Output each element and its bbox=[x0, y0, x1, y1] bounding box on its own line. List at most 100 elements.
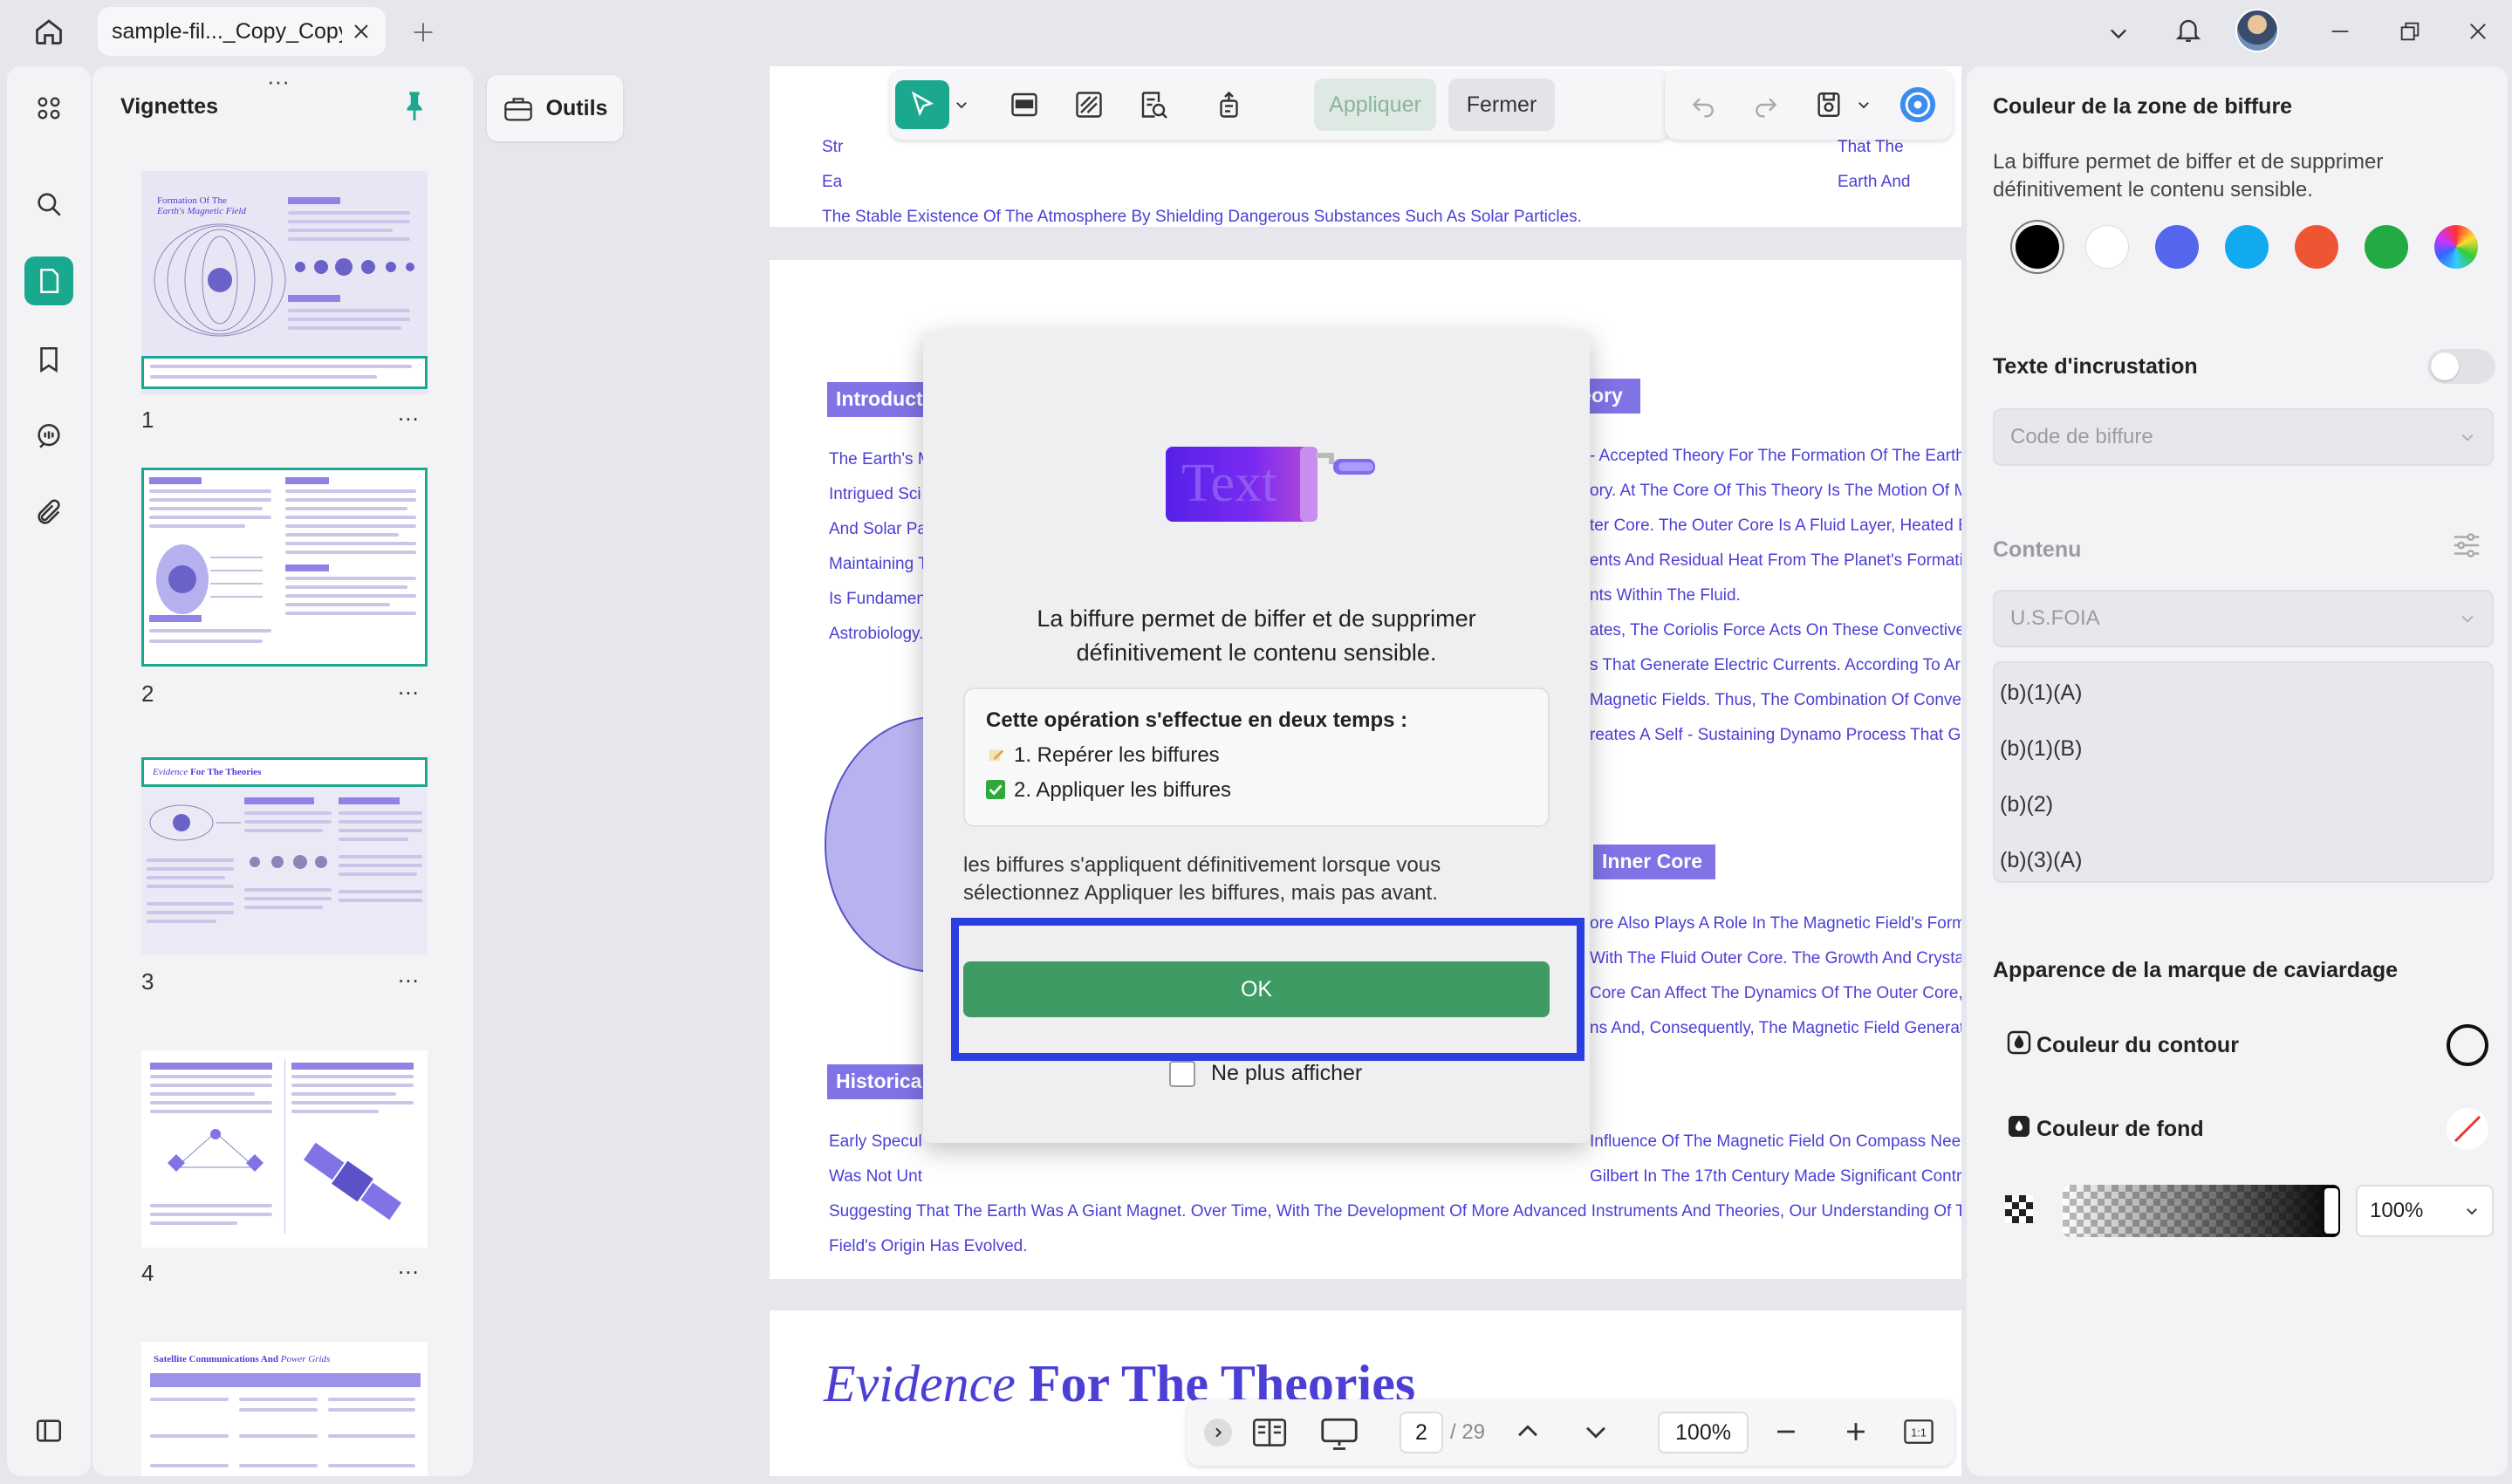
swatch-black[interactable] bbox=[2016, 225, 2059, 269]
page-options-button-2[interactable]: ... bbox=[398, 674, 420, 701]
redaction-code-select[interactable]: Code de biffure bbox=[1993, 408, 2494, 466]
previous-page-icon[interactable] bbox=[1513, 1417, 1543, 1446]
page-thumbnail-1[interactable]: Formation Of The Earth's Magnetic Field bbox=[141, 171, 428, 394]
doc-line: Early Specul bbox=[829, 1132, 922, 1151]
document-tab[interactable]: sample-fil..._Copy_Copy bbox=[98, 7, 386, 56]
doc-line: ory. At The Core Of This Theory Is The M… bbox=[1590, 482, 1961, 500]
page-thumbnail-5[interactable]: Satellite Communications And Power Grids bbox=[141, 1342, 428, 1476]
page-number-1: 1 bbox=[141, 407, 154, 433]
chevron-down-icon[interactable] bbox=[2101, 16, 2136, 51]
dialog-message: La biffure permet de biffer et de suppri… bbox=[1037, 605, 1476, 666]
content-item[interactable]: (b)(3)(A) bbox=[2000, 848, 2082, 873]
restore-icon[interactable] bbox=[2391, 12, 2429, 51]
custom-color-icon[interactable] bbox=[2434, 225, 2478, 269]
page-options-button-4[interactable]: ... bbox=[398, 1253, 420, 1280]
content-title: Contenu bbox=[1993, 537, 2082, 562]
sliders-icon[interactable] bbox=[2450, 529, 2483, 562]
undo-icon[interactable] bbox=[1679, 80, 1728, 129]
zoom-level[interactable]: 100% bbox=[1658, 1412, 1749, 1453]
opacity-select[interactable]: 100% bbox=[2356, 1185, 2494, 1237]
close-button[interactable]: Fermer bbox=[1448, 79, 1555, 131]
redaction-code-placeholder: Code de biffure bbox=[2010, 425, 2153, 448]
next-page-icon[interactable] bbox=[1581, 1417, 1611, 1446]
swatch-white[interactable] bbox=[2085, 225, 2129, 269]
actual-size-icon[interactable]: 1:1 bbox=[1902, 1417, 1935, 1446]
expand-icon[interactable] bbox=[1204, 1419, 1232, 1446]
grid-icon[interactable] bbox=[24, 84, 73, 133]
content-select[interactable]: U.S.FOIA bbox=[1993, 590, 2494, 647]
thumbnail-panel-title: Vignettes bbox=[120, 94, 219, 119]
thumbnails-icon[interactable] bbox=[24, 256, 73, 305]
page-layout-icon[interactable] bbox=[1251, 1415, 1288, 1450]
page-options-button-1[interactable]: ... bbox=[398, 400, 420, 427]
tools-button[interactable]: Outils bbox=[487, 75, 623, 141]
page-thumbnail-2[interactable] bbox=[141, 468, 428, 667]
ai-assistant-icon[interactable] bbox=[1893, 80, 1942, 129]
chevron-down-icon bbox=[2461, 434, 2474, 441]
redo-icon[interactable] bbox=[1742, 80, 1790, 129]
presentation-icon[interactable] bbox=[1319, 1415, 1359, 1452]
fill-drop-icon bbox=[2005, 1111, 2033, 1141]
doc-line: Astrobiology. bbox=[829, 625, 924, 643]
opacity-slider[interactable] bbox=[2063, 1185, 2340, 1237]
drag-handle[interactable]: ··· bbox=[267, 68, 290, 95]
doc-line: ore Also Plays A Role In The Magnetic Fi… bbox=[1590, 914, 1961, 933]
page-thumbnail-3[interactable]: Evidence For The Theories bbox=[141, 757, 428, 954]
minimize-icon[interactable] bbox=[2321, 12, 2359, 51]
search-icon[interactable] bbox=[24, 180, 73, 229]
zoom-in-icon[interactable] bbox=[1841, 1417, 1871, 1446]
swatch-green[interactable] bbox=[2365, 225, 2408, 269]
save-icon[interactable] bbox=[1804, 80, 1853, 129]
toolbox-icon bbox=[503, 94, 534, 122]
pin-icon[interactable] bbox=[400, 89, 429, 122]
save-dropdown-icon[interactable] bbox=[1853, 80, 1874, 129]
redact-area-icon[interactable] bbox=[1000, 80, 1049, 129]
sidebar-toggle-icon[interactable] bbox=[24, 1406, 73, 1455]
doc-line: ents And Residual Heat From The Planet's… bbox=[1590, 551, 1961, 570]
outline-color-swatch[interactable] bbox=[2447, 1024, 2488, 1066]
doc-line: Influence Of The Magnetic Field On Compa… bbox=[1590, 1132, 1961, 1151]
page-options-button-3[interactable]: ... bbox=[398, 961, 420, 988]
dont-show-checkbox[interactable] bbox=[1169, 1061, 1195, 1087]
color-section-description: La biffure permet de biffer et de suppri… bbox=[1993, 150, 2384, 202]
color-section-title: Couleur de la zone de biffure bbox=[1993, 94, 2293, 119]
bell-icon[interactable] bbox=[2169, 10, 2207, 49]
apply-button[interactable]: Appliquer bbox=[1314, 79, 1436, 131]
swatch-orange[interactable] bbox=[2295, 225, 2338, 269]
new-tab-icon[interactable] bbox=[407, 16, 440, 49]
highlight-frame bbox=[951, 918, 1585, 1061]
content-item[interactable]: (b)(2) bbox=[2000, 792, 2053, 817]
attachment-icon[interactable] bbox=[24, 489, 73, 537]
home-icon[interactable] bbox=[26, 12, 72, 51]
search-redact-icon[interactable] bbox=[1129, 80, 1178, 129]
comment-icon[interactable] bbox=[24, 412, 73, 461]
content-item[interactable]: (b)(1)(B) bbox=[2000, 736, 2082, 762]
doc-line: Is Fundamen bbox=[829, 590, 926, 608]
doc-line: s That Generate Electric Currents. Accor… bbox=[1590, 656, 1961, 674]
doc-line: Field's Origin Has Evolved. bbox=[829, 1237, 1028, 1255]
svg-text:1:1: 1:1 bbox=[1911, 1426, 1927, 1440]
close-window-icon[interactable] bbox=[2459, 12, 2497, 51]
page-number-input[interactable]: 2 bbox=[1400, 1412, 1443, 1453]
avatar[interactable] bbox=[2235, 9, 2279, 52]
outline-color-label: Couleur du contour bbox=[2036, 1033, 2239, 1057]
doc-line: ns And, Consequently, The Magnetic Field… bbox=[1590, 1019, 1961, 1037]
zoom-out-icon[interactable] bbox=[1771, 1417, 1801, 1446]
page-total: / 29 bbox=[1450, 1420, 1486, 1444]
page-thumbnail-4[interactable] bbox=[141, 1050, 428, 1248]
redact-page-icon[interactable] bbox=[1064, 80, 1113, 129]
redaction-properties-panel: Couleur de la zone de biffure La biffure… bbox=[1967, 66, 2508, 1476]
close-tab-icon[interactable] bbox=[351, 21, 372, 42]
overlay-text-toggle[interactable] bbox=[2427, 349, 2495, 384]
doc-line: - Accepted Theory For The Formation Of T… bbox=[1590, 447, 1961, 465]
swatch-cyan[interactable] bbox=[2225, 225, 2269, 269]
opacity-slider-handle[interactable] bbox=[2324, 1188, 2338, 1234]
fill-color-none-swatch[interactable] bbox=[2447, 1108, 2488, 1150]
redact-tool-icon[interactable] bbox=[1206, 80, 1255, 129]
page-number-3: 3 bbox=[141, 968, 154, 995]
content-item[interactable]: (b)(1)(A) bbox=[2000, 680, 2082, 706]
select-dropdown-icon[interactable] bbox=[951, 80, 972, 129]
swatch-blue[interactable] bbox=[2155, 225, 2199, 269]
select-tool-button[interactable] bbox=[895, 80, 949, 129]
bookmark-icon[interactable] bbox=[24, 335, 73, 384]
